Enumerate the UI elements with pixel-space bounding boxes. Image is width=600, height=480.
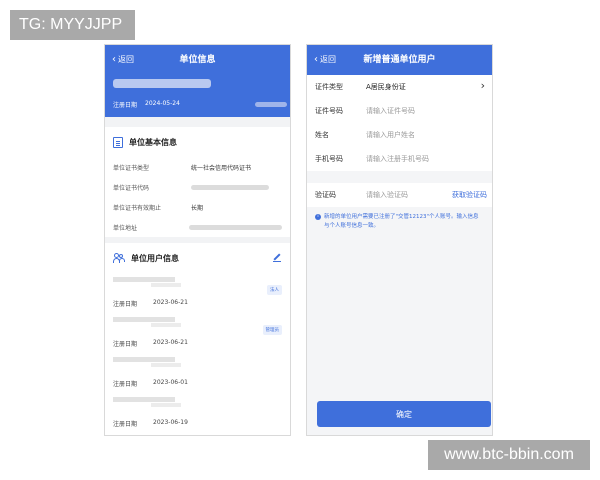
role-badge: 法人 xyxy=(267,285,282,295)
phone-field[interactable]: 手机号码 请输入注册手机号码 xyxy=(307,147,492,171)
info-row-cert-type: 单位证书类型 统一社会信用代码证书 xyxy=(105,157,290,177)
document-icon xyxy=(113,136,123,148)
field-label: 手机号码 xyxy=(315,155,343,163)
field-label: 验证码 xyxy=(315,191,336,199)
user-id-redacted xyxy=(151,363,181,367)
user-id-redacted xyxy=(151,283,181,287)
watermark-bottom: www.btc-bbin.com xyxy=(428,440,590,470)
phone-input[interactable]: 请输入注册手机号码 xyxy=(366,154,429,164)
user-list-item[interactable]: 注册日期 2023-06-01 xyxy=(105,353,290,393)
cert-code-redacted xyxy=(191,184,269,190)
info-row-validity: 单位证书有效期止 长期 xyxy=(105,197,290,217)
add-user-screen: ‹ 返回 新增普通单位用户 证件类型 A居民身份证 › 证件号码 请输入证件号码… xyxy=(306,44,493,436)
unit-name-redacted xyxy=(113,79,211,88)
user-id-redacted xyxy=(151,403,181,407)
basic-info-header: 单位基本信息 xyxy=(105,127,290,157)
info-label: 单位证书代码 xyxy=(113,184,150,192)
get-code-button[interactable]: 获取验证码 xyxy=(452,183,487,207)
user-name-redacted xyxy=(113,397,175,402)
user-date-label: 注册日期 xyxy=(113,301,138,308)
user-date: 2023-06-21 xyxy=(153,339,188,346)
notice-text-block: i 新增的单位用户需要已注册了"交管12123"个人账号。输入信息与个人账号信息… xyxy=(307,207,492,230)
user-list-item[interactable]: 注册日期 2023-06-19 xyxy=(105,393,290,433)
users-title: 单位用户信息 xyxy=(131,253,179,263)
basic-info-title: 单位基本信息 xyxy=(129,137,177,147)
users-header: 单位用户信息 xyxy=(105,243,290,273)
address-redacted xyxy=(189,224,282,230)
name-field[interactable]: 姓名 请输入用户姓名 xyxy=(307,123,492,147)
user-date-label: 注册日期 xyxy=(113,341,138,348)
user-date: 2023-06-01 xyxy=(153,379,188,386)
info-row-address: 单位地址 xyxy=(105,217,290,237)
cert-type-select[interactable]: 证件类型 A居民身份证 › xyxy=(307,75,492,99)
verify-code-input[interactable]: 请输入验证码 xyxy=(366,190,408,200)
user-date: 2023-06-21 xyxy=(153,299,188,306)
registration-line: 注册日期 2024-05-24 xyxy=(113,100,180,109)
user-date: 2023-06-19 xyxy=(153,419,188,426)
cert-type-value: A居民身份证 xyxy=(366,83,406,91)
info-label: 单位证书有效期止 xyxy=(113,204,162,212)
edit-icon[interactable] xyxy=(273,254,281,262)
page-title: 新增普通单位用户 xyxy=(363,55,436,65)
reg-date-label: 注册日期 xyxy=(113,102,138,109)
field-label: 证件号码 xyxy=(315,107,343,115)
users-icon xyxy=(113,252,125,264)
chevron-right-icon: › xyxy=(480,79,485,92)
user-date-label: 注册日期 xyxy=(113,421,138,428)
info-label: 单位证书类型 xyxy=(113,164,150,172)
info-value: 长期 xyxy=(191,204,204,212)
nav-bar: ‹ 返回 单位信息 xyxy=(105,45,290,75)
field-label: 证件类型 xyxy=(315,83,343,91)
user-list-item[interactable]: 注册日期 2023-06-21 法人 xyxy=(105,273,290,313)
cert-number-field[interactable]: 证件号码 请输入证件号码 xyxy=(307,99,492,123)
user-id-redacted xyxy=(151,323,181,327)
verify-code-field[interactable]: 验证码 请输入验证码 获取验证码 xyxy=(307,183,492,207)
user-name-redacted xyxy=(113,277,175,282)
cert-number-input[interactable]: 请输入证件号码 xyxy=(366,106,415,116)
section-divider xyxy=(105,117,290,127)
field-label: 姓名 xyxy=(315,131,329,139)
watermark-top: TG: MYYJJPP xyxy=(10,10,135,40)
user-name-redacted xyxy=(113,317,175,322)
notice-text: 新增的单位用户需要已注册了"交管12123"个人账号。输入信息与个人账号信息一致… xyxy=(324,214,479,229)
name-input[interactable]: 请输入用户姓名 xyxy=(366,130,415,140)
reg-date-value: 2024-05-24 xyxy=(145,100,180,107)
unit-id-redacted xyxy=(255,102,287,107)
user-date-label: 注册日期 xyxy=(113,381,138,388)
nav-bar: ‹ 返回 新增普通单位用户 xyxy=(307,45,492,75)
role-badge: 管理员 xyxy=(262,325,282,335)
user-list-item[interactable]: 注册日期 2023-06-21 管理员 xyxy=(105,313,290,353)
user-name-redacted xyxy=(113,357,175,362)
confirm-button[interactable]: 确定 xyxy=(317,401,491,427)
unit-info-screen: ‹ 返回 单位信息 注册日期 2024-05-24 单位基本信息 单位证书类型 … xyxy=(104,44,291,436)
page-title: 单位信息 xyxy=(179,55,216,65)
info-icon: i xyxy=(315,214,321,220)
info-row-cert-code: 单位证书代码 xyxy=(105,177,290,197)
unit-header: 注册日期 2024-05-24 xyxy=(105,75,290,117)
info-label: 单位地址 xyxy=(113,224,138,232)
info-value: 统一社会信用代码证书 xyxy=(191,164,252,172)
